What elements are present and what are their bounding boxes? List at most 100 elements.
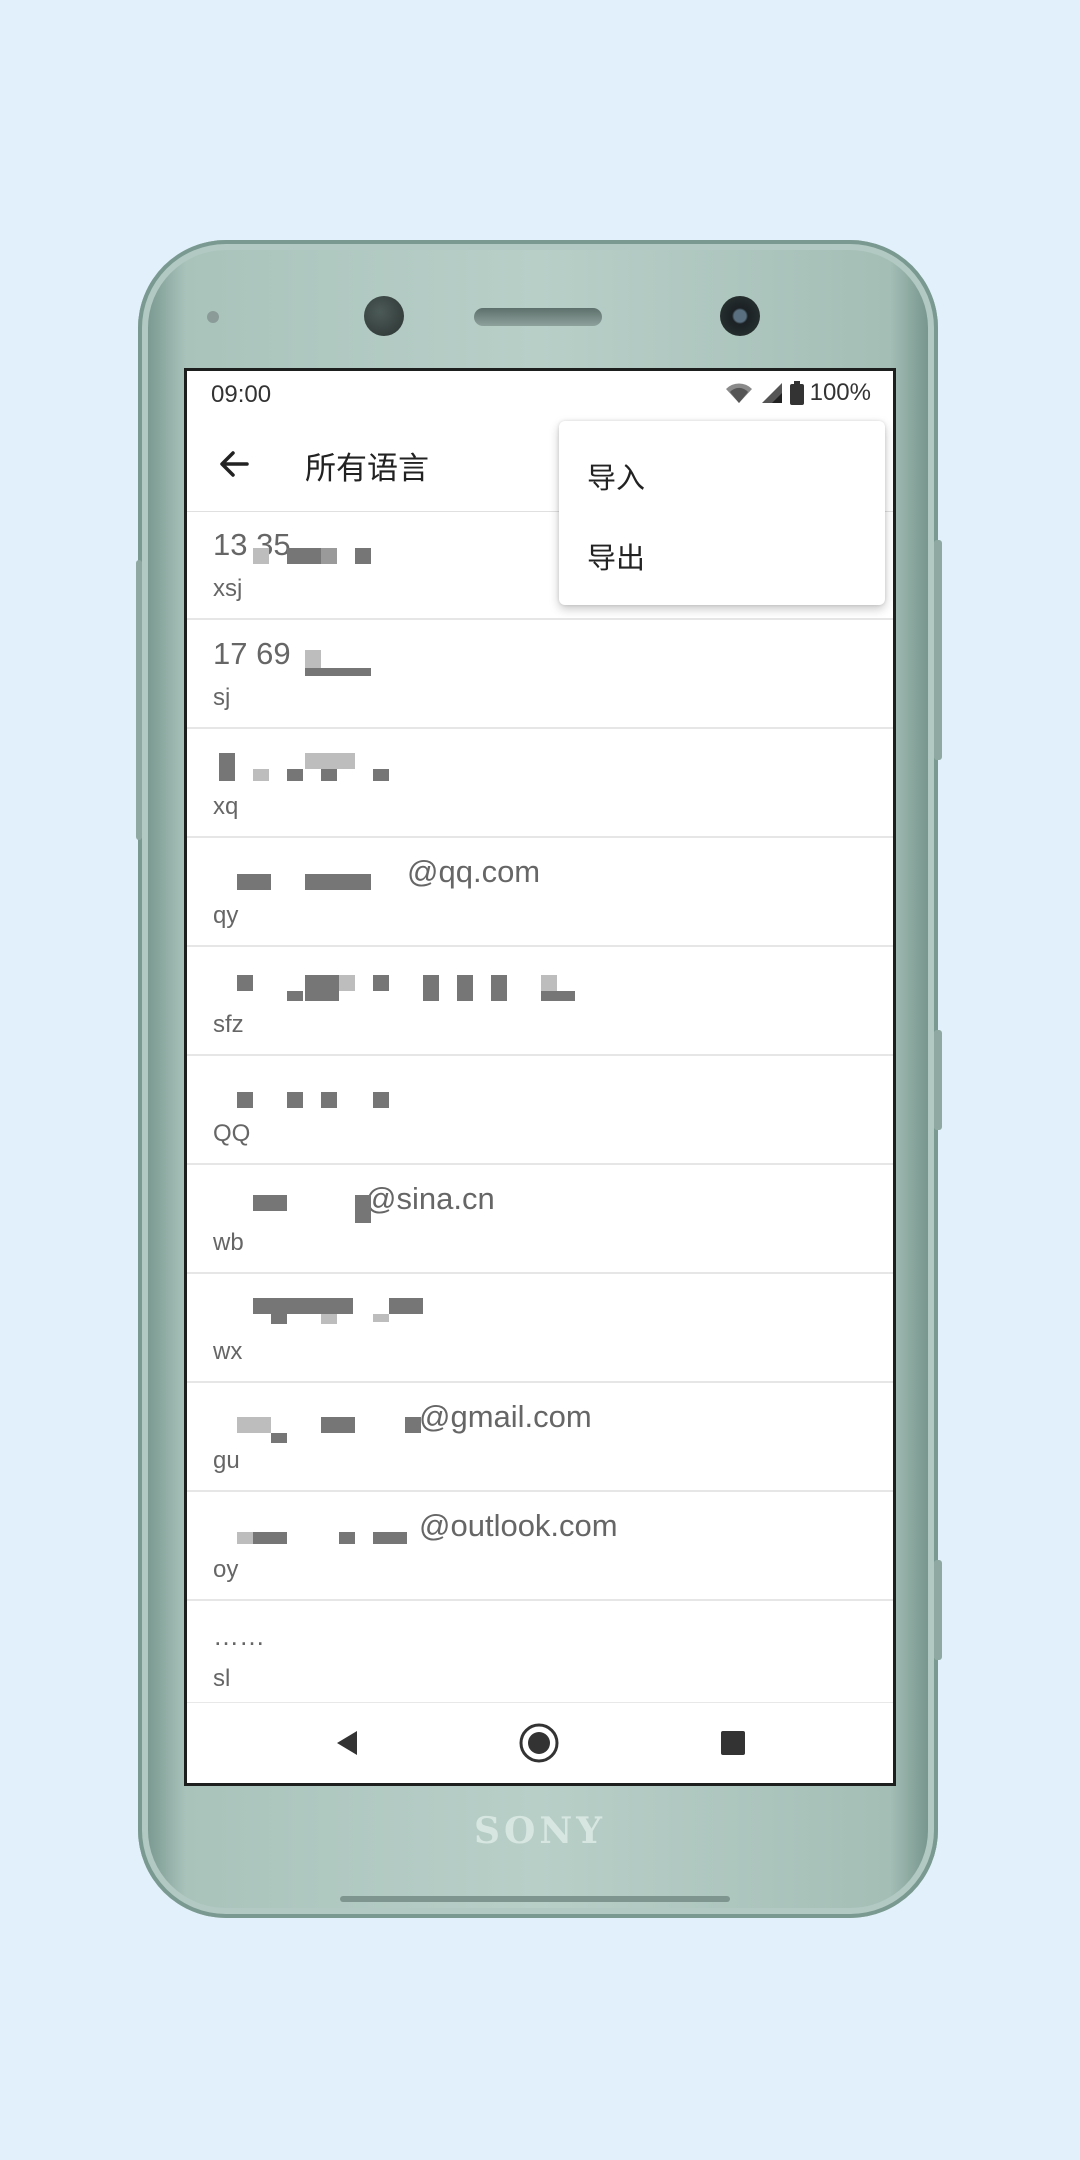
redaction-block — [355, 548, 371, 564]
status-time: 09:00 — [211, 381, 272, 408]
redaction-block — [373, 1092, 389, 1108]
redaction-block — [237, 1532, 253, 1544]
status-bar: 09:00 100% — [187, 371, 893, 417]
entry-key: qy — [213, 902, 239, 929]
list-item[interactable]: @outlook.com oy — [187, 1492, 893, 1601]
phone-screen: 09:00 100% 所有语言 13 35 xsj 17 69 sj xq @q… — [184, 368, 896, 1786]
volume-button — [934, 540, 942, 760]
menu-item-label: 导入 — [587, 463, 646, 495]
redaction-block — [373, 769, 389, 781]
recents-square-icon[interactable] — [711, 1721, 755, 1765]
redaction-block — [287, 1092, 303, 1108]
redaction-block — [339, 975, 355, 991]
home-circle-icon[interactable] — [517, 1721, 561, 1765]
list-item[interactable]: 17 69 sj — [187, 620, 893, 729]
redaction-block — [423, 975, 439, 1001]
redaction-block — [373, 1314, 389, 1322]
redaction-block — [541, 991, 575, 1001]
redaction-block — [405, 1417, 421, 1433]
page-title: 所有语言 — [305, 451, 429, 486]
redaction-block — [237, 874, 271, 890]
left-side-edge — [136, 560, 142, 840]
entry-key: wx — [213, 1338, 243, 1365]
redaction-block — [287, 769, 303, 781]
menu-item-label: 导出 — [587, 543, 646, 575]
entry-key: xsj — [213, 575, 243, 602]
redaction-block — [321, 1417, 355, 1433]
redaction-block — [355, 1195, 371, 1223]
entry-value: 13 35 — [213, 527, 291, 562]
status-icons: 100% — [724, 379, 871, 407]
redaction-block — [253, 769, 269, 781]
brand-logo: SONY — [474, 1810, 606, 1852]
entry-key: gu — [213, 1447, 240, 1474]
redaction-block — [253, 1532, 287, 1544]
list-item[interactable]: @sina.cn wb — [187, 1165, 893, 1274]
redaction-block — [305, 975, 339, 1001]
battery-percent: 100% — [809, 379, 871, 406]
redaction-block — [237, 975, 253, 991]
entry-value: @qq.com — [407, 854, 541, 889]
redaction-block — [271, 1433, 287, 1443]
redaction-block — [219, 753, 235, 781]
redaction-block — [305, 874, 371, 890]
list-item[interactable]: QQ — [187, 1056, 893, 1165]
list-item[interactable]: @qq.com qy — [187, 838, 893, 947]
redaction-block — [305, 753, 355, 769]
menu-item-import[interactable]: 导入 — [559, 433, 885, 511]
battery-icon — [789, 381, 804, 405]
redaction-block — [253, 1298, 353, 1314]
redaction-block — [321, 548, 337, 564]
redaction-block — [457, 975, 473, 1001]
signal-icon — [761, 383, 782, 403]
wifi-icon — [725, 383, 752, 403]
camera-button — [934, 1560, 942, 1660]
power-button — [934, 1030, 942, 1130]
entry-value: @gmail.com — [419, 1399, 592, 1434]
redaction-block — [287, 548, 321, 564]
redaction-block — [373, 975, 389, 991]
entry-key: xq — [213, 793, 239, 820]
entry-key: QQ — [213, 1120, 251, 1147]
redaction-block — [287, 991, 303, 1001]
navigation-bar — [187, 1702, 893, 1783]
redaction-block — [271, 1314, 287, 1324]
redaction-block — [321, 1092, 337, 1108]
entry-value: @sina.cn — [365, 1181, 495, 1216]
redaction-block — [237, 1092, 253, 1108]
redaction-block — [253, 1195, 287, 1211]
entry-key: oy — [213, 1556, 239, 1583]
bottom-speaker — [340, 1896, 730, 1902]
redaction-block — [373, 1532, 407, 1544]
arrow-back-icon[interactable] — [213, 443, 255, 485]
back-triangle-icon[interactable] — [325, 1721, 369, 1765]
redaction-block — [237, 1417, 271, 1433]
entry-value: …… — [213, 1621, 265, 1651]
front-camera — [720, 296, 760, 336]
list-item[interactable]: …… sl — [187, 1601, 893, 1710]
entry-value: 17 69 — [213, 636, 291, 671]
list-item[interactable]: @gmail.com gu — [187, 1383, 893, 1492]
redaction-block — [253, 548, 269, 564]
list-item[interactable]: wx — [187, 1274, 893, 1383]
redaction-block — [321, 769, 337, 781]
list-item[interactable]: sfz — [187, 947, 893, 1056]
entry-key: wb — [213, 1229, 244, 1256]
entry-key: sl — [213, 1665, 231, 1692]
list-item[interactable]: xq — [187, 729, 893, 838]
redaction-block — [321, 1314, 337, 1324]
redaction-block — [305, 650, 321, 668]
entry-key: sj — [213, 684, 231, 711]
menu-item-export[interactable]: 导出 — [559, 513, 885, 591]
sensor-cutout — [364, 296, 404, 336]
earpiece-speaker — [474, 308, 602, 326]
entry-list: 13 35 xsj 17 69 sj xq @qq.com qy sfz QQ … — [187, 511, 893, 1710]
redaction-block — [491, 975, 507, 1001]
redaction-block — [339, 1532, 355, 1544]
redaction-block — [541, 975, 557, 991]
overflow-menu: 导入 导出 — [559, 421, 885, 605]
entry-value: @outlook.com — [419, 1508, 618, 1543]
proximity-sensor — [207, 311, 219, 323]
redaction-block — [305, 668, 371, 676]
redaction-block — [389, 1298, 423, 1314]
